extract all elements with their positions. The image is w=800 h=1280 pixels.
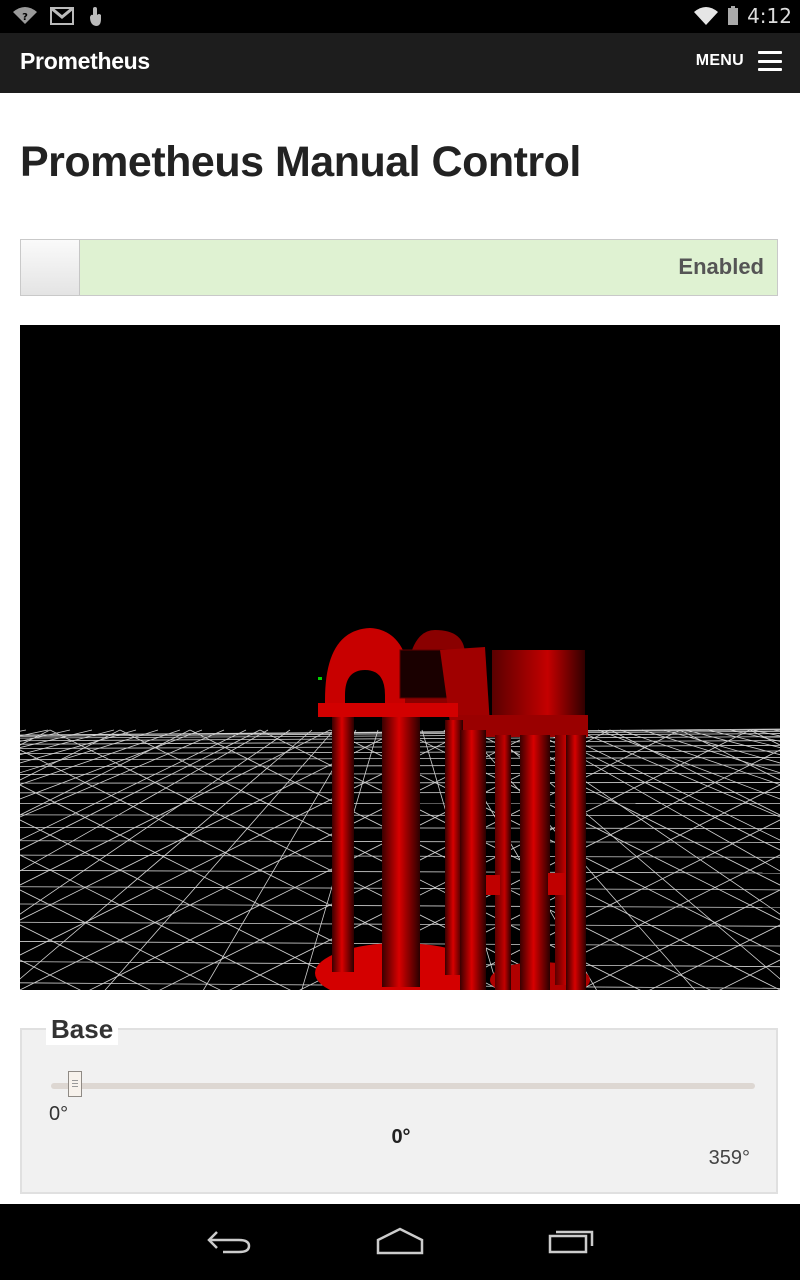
enable-toggle[interactable]: Enabled [20, 239, 778, 296]
menu-button[interactable]: MENU [696, 51, 782, 71]
base-slider-thumb[interactable] [68, 1071, 82, 1097]
toggle-state-label: Enabled [678, 254, 764, 279]
hamburger-icon [758, 51, 782, 71]
system-nav-bar [0, 1204, 800, 1280]
status-time: 4:12 [747, 4, 792, 28]
status-bar: ? 4:12 [0, 0, 800, 33]
toggle-handle[interactable] [21, 240, 80, 295]
robot-3d-viewport[interactable] [20, 325, 780, 990]
app-header: Prometheus MENU [0, 33, 800, 93]
recent-apps-button[interactable] [547, 1226, 597, 1261]
page-title: Prometheus Manual Control [20, 138, 581, 186]
recent-apps-icon [548, 1230, 594, 1254]
touch-icon [90, 7, 101, 26]
svg-text:?: ? [22, 12, 28, 23]
back-button[interactable] [205, 1226, 255, 1261]
wifi-question-icon: ? [13, 7, 37, 24]
home-button[interactable] [375, 1226, 425, 1261]
base-min-label: 0° [49, 1103, 69, 1125]
back-icon [207, 1231, 251, 1254]
brand-link[interactable]: Prometheus [20, 48, 150, 75]
robot-3d-render [20, 628, 780, 990]
gmail-icon [50, 7, 74, 25]
robot-arm-model [315, 628, 590, 990]
base-slider-track[interactable] [51, 1071, 755, 1097]
base-max-label: 359° [708, 1147, 750, 1169]
base-current-value: 0° [391, 1126, 411, 1148]
wifi-icon [694, 7, 719, 25]
menu-label: MENU [695, 52, 744, 69]
base-control-group: Base 0° 0° 359° [20, 1014, 778, 1194]
battery-icon [728, 6, 739, 25]
home-icon [376, 1227, 424, 1255]
base-legend: Base [46, 1014, 119, 1045]
